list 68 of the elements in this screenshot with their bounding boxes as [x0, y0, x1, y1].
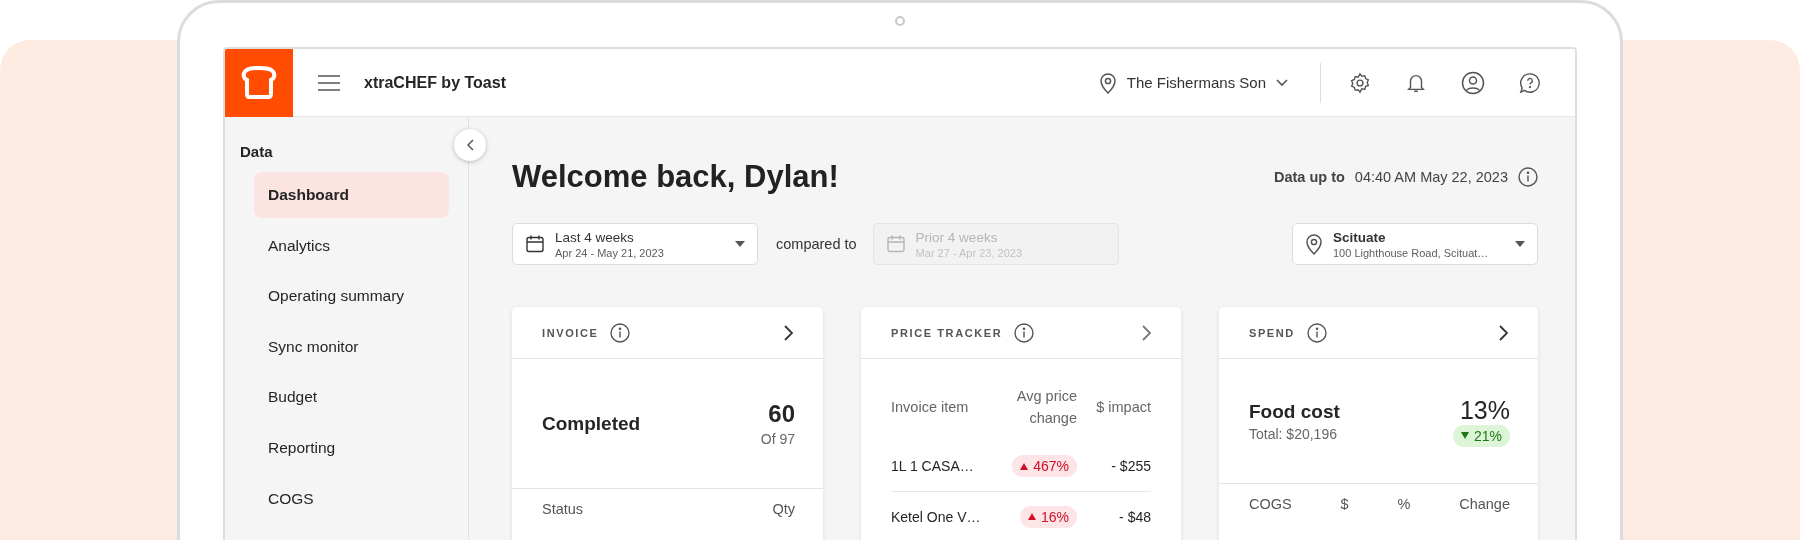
location-pin-icon	[1098, 71, 1117, 94]
calendar-icon	[525, 234, 545, 254]
card-title: INVOICE	[542, 326, 599, 339]
column-header: $	[1340, 496, 1349, 512]
sidebar-item[interactable]: Sync monitor	[254, 323, 449, 370]
chevron-down-icon	[1276, 78, 1288, 87]
column-header: Qty	[772, 501, 795, 517]
column-header: Avg price change	[1015, 387, 1077, 429]
compared-to-label: compared to	[776, 236, 857, 252]
app-title: xtraCHEF by Toast	[364, 73, 506, 92]
sidebar-item[interactable]: Analytics	[254, 222, 449, 269]
data-up-to-label: Data up to	[1273, 169, 1345, 185]
down-triangle-icon	[1460, 432, 1469, 439]
caret-icon	[735, 241, 745, 247]
location-pin-icon	[1305, 233, 1323, 255]
column-header: Invoice item	[891, 398, 970, 418]
price-change-badge: 467%	[1012, 455, 1077, 478]
settings-icon[interactable]	[1349, 70, 1371, 95]
info-icon[interactable]	[1014, 322, 1035, 343]
info-icon[interactable]	[610, 322, 631, 343]
data-timestamp: 04:40 AM May 22, 2023	[1354, 169, 1508, 185]
card-title: PRICE TRACKER	[891, 326, 1003, 339]
toast-logo-icon	[241, 65, 277, 100]
item-cell-text: 1L 1 CASA…	[891, 458, 975, 475]
up-triangle-icon	[1020, 462, 1029, 470]
info-icon[interactable]	[1306, 322, 1327, 343]
sidebar-item[interactable]: Budget	[254, 374, 449, 421]
metric-label: Food cost	[1249, 400, 1340, 423]
user-account-icon[interactable]	[1461, 70, 1485, 95]
sidebar-item[interactable]: Reporting	[254, 424, 449, 471]
chevron-right-icon	[1498, 324, 1508, 341]
price-change-badge: 16%	[1019, 505, 1077, 528]
sidebar-section-title: Data	[240, 143, 274, 160]
sidebar-item[interactable]: COGS	[254, 475, 449, 522]
info-icon[interactable]	[1518, 167, 1538, 187]
location-picker[interactable]: Scituate 100 Lighthouse Road, Scituat…	[1292, 223, 1538, 265]
chevron-left-icon	[466, 139, 474, 151]
sidebar-item[interactable]: Operating summary	[254, 273, 449, 320]
impact-cell-text: - $255	[1110, 458, 1151, 475]
date-range-picker[interactable]: Last 4 weeks Apr 24 - May 21, 2023	[512, 223, 758, 265]
impact-cell-text: - $48	[1118, 508, 1151, 525]
column-header: Change	[1459, 496, 1510, 512]
location-dropdown[interactable]: The Fishermans Son	[1092, 71, 1294, 94]
camera-dot	[895, 16, 905, 26]
card-title: SPEND	[1249, 326, 1295, 339]
sidebar-item[interactable]: Dashboard	[254, 172, 449, 218]
open-card-button[interactable]	[1498, 324, 1508, 341]
status-label: Completed	[542, 412, 641, 435]
column-header: $ impact	[1095, 398, 1151, 418]
column-header: COGS	[1249, 496, 1292, 512]
column-header: %	[1397, 496, 1411, 512]
column-header: Status	[542, 501, 584, 517]
change-badge: 21%	[1452, 424, 1510, 447]
welcome-heading: Welcome back, Dylan!	[512, 159, 839, 195]
calendar-icon	[885, 234, 906, 254]
caret-icon	[1515, 241, 1525, 247]
invoice-count: 60	[768, 400, 795, 428]
open-card-button[interactable]	[783, 324, 793, 341]
chevron-right-icon	[1141, 324, 1151, 341]
up-triangle-icon	[1027, 513, 1036, 521]
item-cell-text: Ketel One V…	[891, 508, 982, 525]
help-icon[interactable]	[1519, 70, 1541, 95]
logo[interactable]	[225, 49, 293, 117]
chevron-right-icon	[783, 324, 793, 341]
metric-percent: 13%	[1459, 395, 1510, 425]
metric-total: Total: $20,196	[1249, 425, 1338, 442]
invoice-total: Of 97	[760, 431, 795, 447]
menu-icon[interactable]	[318, 74, 340, 91]
